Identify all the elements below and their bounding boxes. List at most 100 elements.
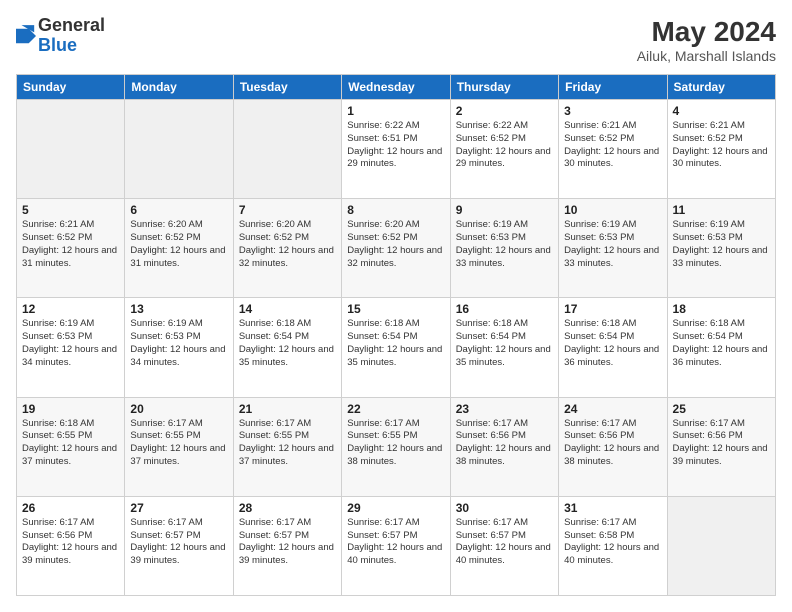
day-number: 25 — [673, 402, 770, 416]
day-number: 5 — [22, 203, 119, 217]
day-info: Sunrise: 6:17 AMSunset: 6:55 PMDaylight:… — [347, 418, 444, 469]
day-number: 10 — [564, 203, 661, 217]
calendar-cell — [125, 100, 233, 199]
calendar-cell: 30 Sunrise: 6:17 AMSunset: 6:57 PMDayligh… — [450, 496, 558, 595]
day-number: 20 — [130, 402, 227, 416]
day-info: Sunrise: 6:20 AMSunset: 6:52 PMDaylight:… — [239, 219, 336, 270]
header: General Blue May 2024 Ailuk, Marshall Is… — [16, 16, 776, 64]
day-info: Sunrise: 6:22 AMSunset: 6:52 PMDaylight:… — [456, 120, 553, 171]
day-info: Sunrise: 6:17 AMSunset: 6:55 PMDaylight:… — [130, 418, 227, 469]
day-number: 24 — [564, 402, 661, 416]
day-number: 2 — [456, 104, 553, 118]
calendar-cell: 17 Sunrise: 6:18 AMSunset: 6:54 PMDayligh… — [559, 298, 667, 397]
weekday-header-tuesday: Tuesday — [233, 75, 341, 100]
day-info: Sunrise: 6:19 AMSunset: 6:53 PMDaylight:… — [22, 318, 119, 369]
day-number: 4 — [673, 104, 770, 118]
calendar-cell — [233, 100, 341, 199]
day-number: 3 — [564, 104, 661, 118]
weekday-header-friday: Friday — [559, 75, 667, 100]
day-number: 28 — [239, 501, 336, 515]
day-info: Sunrise: 6:20 AMSunset: 6:52 PMDaylight:… — [347, 219, 444, 270]
day-info: Sunrise: 6:17 AMSunset: 6:56 PMDaylight:… — [22, 517, 119, 568]
day-number: 30 — [456, 501, 553, 515]
day-info: Sunrise: 6:22 AMSunset: 6:51 PMDaylight:… — [347, 120, 444, 171]
weekday-header-saturday: Saturday — [667, 75, 775, 100]
calendar-cell: 9 Sunrise: 6:19 AMSunset: 6:53 PMDaylight… — [450, 199, 558, 298]
day-info: Sunrise: 6:18 AMSunset: 6:54 PMDaylight:… — [239, 318, 336, 369]
calendar-cell: 18 Sunrise: 6:18 AMSunset: 6:54 PMDayligh… — [667, 298, 775, 397]
day-info: Sunrise: 6:17 AMSunset: 6:57 PMDaylight:… — [456, 517, 553, 568]
calendar-cell: 25Sunrise: 6:17 AMSunset: 6:56 PMDayligh… — [667, 397, 775, 496]
logo-general-text: General — [38, 16, 105, 36]
day-number: 27 — [130, 501, 227, 515]
calendar-cell: 3 Sunrise: 6:21 AMSunset: 6:52 PMDaylight… — [559, 100, 667, 199]
day-info: Sunrise: 6:17 AMSunset: 6:56 PMDaylight:… — [564, 418, 661, 469]
calendar-cell: 29 Sunrise: 6:17 AMSunset: 6:57 PMDayligh… — [342, 496, 450, 595]
day-info: Sunrise: 6:17 AMSunset: 6:57 PMDaylight:… — [130, 517, 227, 568]
calendar-cell: 4 Sunrise: 6:21 AMSunset: 6:52 PMDaylight… — [667, 100, 775, 199]
day-info: Sunrise: 6:18 AMSunset: 6:54 PMDaylight:… — [564, 318, 661, 369]
day-info: Sunrise: 6:17 AMSunset: 6:57 PMDaylight:… — [347, 517, 444, 568]
weekday-header-sunday: Sunday — [17, 75, 125, 100]
month-title: May 2024 — [637, 16, 776, 48]
calendar-cell: 16Sunrise: 6:18 AMSunset: 6:54 PMDayligh… — [450, 298, 558, 397]
calendar-cell: 27 Sunrise: 6:17 AMSunset: 6:57 PMDayligh… — [125, 496, 233, 595]
day-number: 31 — [564, 501, 661, 515]
calendar-cell: 28 Sunrise: 6:17 AMSunset: 6:57 PMDayligh… — [233, 496, 341, 595]
day-number: 16 — [456, 302, 553, 316]
day-number: 23 — [456, 402, 553, 416]
day-number: 15 — [347, 302, 444, 316]
calendar-cell: 31 Sunrise: 6:17 AMSunset: 6:58 PMDayligh… — [559, 496, 667, 595]
day-info: Sunrise: 6:20 AMSunset: 6:52 PMDaylight:… — [130, 219, 227, 270]
day-info: Sunrise: 6:17 AMSunset: 6:56 PMDaylight:… — [456, 418, 553, 469]
day-info: Sunrise: 6:19 AMSunset: 6:53 PMDaylight:… — [673, 219, 770, 270]
logo-blue-text: Blue — [38, 36, 105, 56]
day-number: 29 — [347, 501, 444, 515]
calendar: SundayMondayTuesdayWednesdayThursdayFrid… — [16, 74, 776, 596]
day-info: Sunrise: 6:18 AMSunset: 6:54 PMDaylight:… — [347, 318, 444, 369]
day-number: 14 — [239, 302, 336, 316]
calendar-cell: 26Sunrise: 6:17 AMSunset: 6:56 PMDayligh… — [17, 496, 125, 595]
day-number: 8 — [347, 203, 444, 217]
calendar-cell: 14 Sunrise: 6:18 AMSunset: 6:54 PMDayligh… — [233, 298, 341, 397]
calendar-cell: 10Sunrise: 6:19 AMSunset: 6:53 PMDayligh… — [559, 199, 667, 298]
day-info: Sunrise: 6:19 AMSunset: 6:53 PMDaylight:… — [456, 219, 553, 270]
day-info: Sunrise: 6:21 AMSunset: 6:52 PMDaylight:… — [673, 120, 770, 171]
day-info: Sunrise: 6:17 AMSunset: 6:58 PMDaylight:… — [564, 517, 661, 568]
day-number: 6 — [130, 203, 227, 217]
calendar-cell: 15 Sunrise: 6:18 AMSunset: 6:54 PMDayligh… — [342, 298, 450, 397]
calendar-cell: 11 Sunrise: 6:19 AMSunset: 6:53 PMDayligh… — [667, 199, 775, 298]
calendar-cell: 7 Sunrise: 6:20 AMSunset: 6:52 PMDaylight… — [233, 199, 341, 298]
calendar-cell: 13 Sunrise: 6:19 AMSunset: 6:53 PMDayligh… — [125, 298, 233, 397]
day-number: 1 — [347, 104, 444, 118]
calendar-cell: 8 Sunrise: 6:20 AMSunset: 6:52 PMDaylight… — [342, 199, 450, 298]
calendar-cell: 1 Sunrise: 6:22 AMSunset: 6:51 PMDaylight… — [342, 100, 450, 199]
logo: General Blue — [16, 16, 105, 56]
calendar-cell — [667, 496, 775, 595]
day-number: 11 — [673, 203, 770, 217]
day-number: 7 — [239, 203, 336, 217]
calendar-cell: 5 Sunrise: 6:21 AMSunset: 6:52 PMDaylight… — [17, 199, 125, 298]
calendar-cell: 21 Sunrise: 6:17 AMSunset: 6:55 PMDayligh… — [233, 397, 341, 496]
calendar-cell: 23 Sunrise: 6:17 AMSunset: 6:56 PMDayligh… — [450, 397, 558, 496]
calendar-cell: 24 Sunrise: 6:17 AMSunset: 6:56 PMDayligh… — [559, 397, 667, 496]
calendar-cell — [17, 100, 125, 199]
calendar-cell: 19Sunrise: 6:18 AMSunset: 6:55 PMDayligh… — [17, 397, 125, 496]
day-info: Sunrise: 6:19 AMSunset: 6:53 PMDaylight:… — [130, 318, 227, 369]
day-number: 18 — [673, 302, 770, 316]
location: Ailuk, Marshall Islands — [637, 48, 776, 64]
calendar-cell: 6 Sunrise: 6:20 AMSunset: 6:52 PMDaylight… — [125, 199, 233, 298]
day-info: Sunrise: 6:18 AMSunset: 6:54 PMDaylight:… — [673, 318, 770, 369]
day-info: Sunrise: 6:21 AMSunset: 6:52 PMDaylight:… — [564, 120, 661, 171]
day-info: Sunrise: 6:17 AMSunset: 6:55 PMDaylight:… — [239, 418, 336, 469]
day-number: 9 — [456, 203, 553, 217]
weekday-header-thursday: Thursday — [450, 75, 558, 100]
calendar-cell: 20 Sunrise: 6:17 AMSunset: 6:55 PMDayligh… — [125, 397, 233, 496]
day-info: Sunrise: 6:21 AMSunset: 6:52 PMDaylight:… — [22, 219, 119, 270]
day-number: 17 — [564, 302, 661, 316]
day-number: 13 — [130, 302, 227, 316]
day-number: 21 — [239, 402, 336, 416]
logo-icon — [16, 25, 36, 47]
day-info: Sunrise: 6:17 AMSunset: 6:57 PMDaylight:… — [239, 517, 336, 568]
day-number: 22 — [347, 402, 444, 416]
